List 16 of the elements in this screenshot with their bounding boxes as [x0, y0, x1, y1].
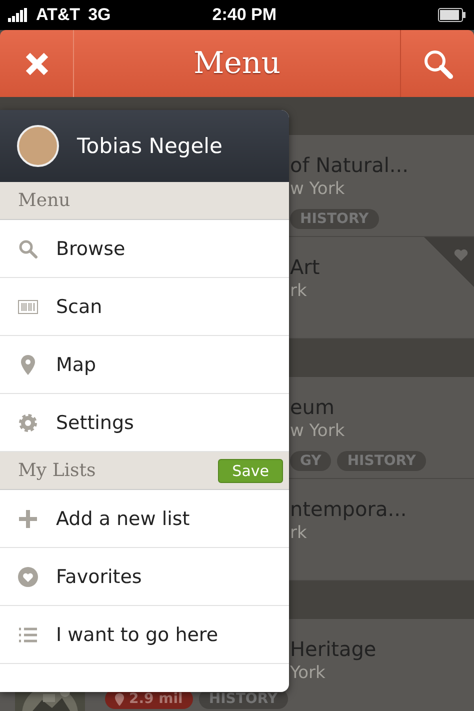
section-title: Menu: [18, 190, 70, 211]
screen-title: Menu: [192, 46, 282, 81]
user-name: Tobias Negele: [77, 134, 222, 158]
network-label: 3G: [88, 5, 111, 25]
card-location: York: [290, 663, 326, 683]
card-title: Heritage: [290, 637, 376, 661]
card-location: w York: [290, 179, 345, 199]
clock: 2:40 PM: [211, 5, 278, 25]
carrier-label: AT&T: [36, 5, 80, 25]
section-title: My Lists: [18, 460, 96, 481]
card-title: ntempora...: [290, 497, 407, 521]
card-location: rk: [290, 281, 307, 301]
card-location: rk: [290, 523, 307, 543]
card-title: Art: [290, 255, 320, 279]
card-location: w York: [290, 421, 345, 441]
card-title: of Natural...: [290, 153, 408, 177]
